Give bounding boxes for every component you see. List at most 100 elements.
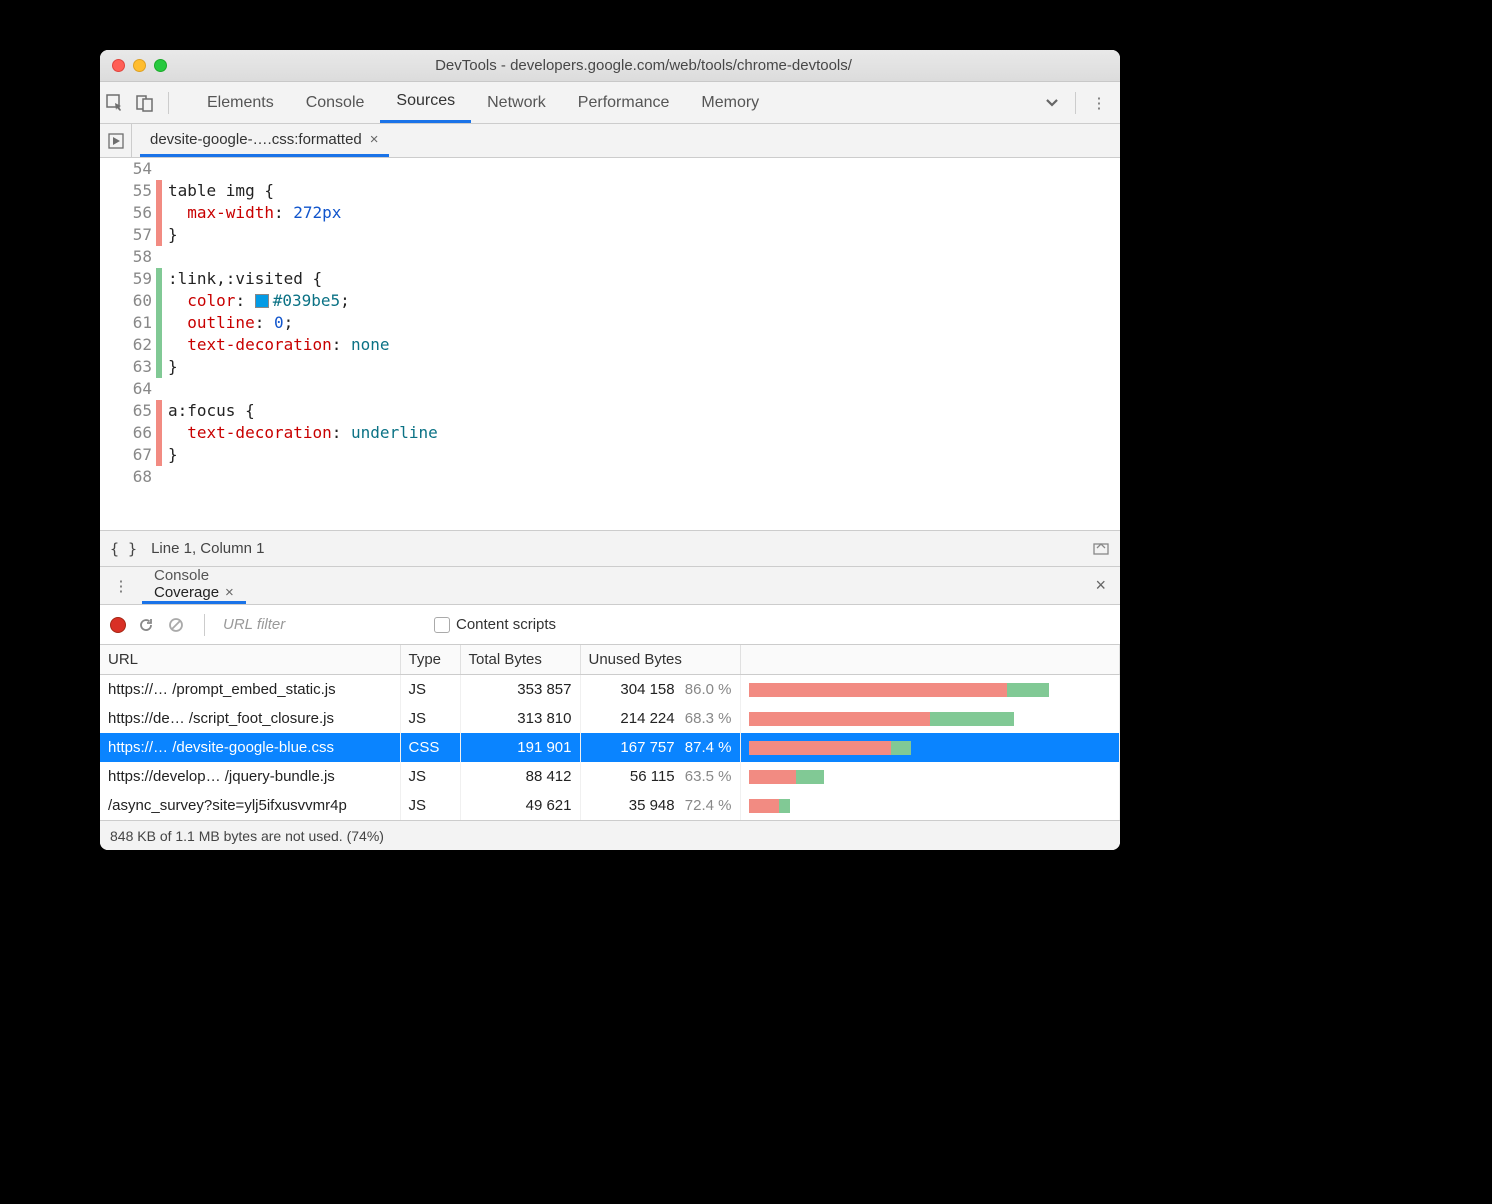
code-line[interactable]: table img { [168, 180, 1120, 202]
coverage-table: URLTypeTotal BytesUnused Bytes https://…… [100, 645, 1120, 820]
divider [1075, 92, 1076, 114]
line-number: 68 [100, 466, 152, 488]
line-gutter: 545556575859606162636465666768 [100, 158, 156, 530]
content-scripts-label: Content scripts [456, 616, 556, 633]
more-tabs-icon[interactable] [1037, 96, 1067, 110]
inspect-element-icon[interactable] [100, 82, 130, 124]
close-window-button[interactable] [112, 59, 125, 72]
coverage-summary: 848 KB of 1.1 MB bytes are not used. (74… [100, 820, 1120, 850]
drawer-kebab-icon[interactable]: ⋮ [106, 577, 136, 595]
code-line[interactable]: text-decoration: none [168, 334, 1120, 356]
drawer-tab-console[interactable]: Console [142, 567, 246, 584]
code-line[interactable]: outline: 0; [168, 312, 1120, 334]
content-scripts-checkbox[interactable]: Content scripts [434, 616, 556, 633]
table-row[interactable]: https://develop… /jquery-bundle.jsJS88 4… [100, 762, 1120, 791]
code-line[interactable] [168, 158, 1120, 180]
cell-unused: 167 757 87.4 % [580, 733, 740, 762]
main-toolbar: ElementsConsoleSourcesNetworkPerformance… [100, 82, 1120, 124]
cell-total: 313 810 [460, 704, 580, 733]
cell-unused: 304 158 86.0 % [580, 675, 740, 705]
table-row[interactable]: https://de… /script_foot_closure.jsJS313… [100, 704, 1120, 733]
divider [204, 614, 205, 636]
checkbox-icon[interactable] [434, 617, 450, 633]
code-line[interactable]: :link,:visited { [168, 268, 1120, 290]
file-tabs: devsite-google-….css:formatted × [100, 124, 1120, 158]
tab-console[interactable]: Console [290, 82, 381, 123]
reload-icon[interactable] [136, 615, 156, 635]
coverage-toolbar: Content scripts [100, 605, 1120, 645]
record-button[interactable] [110, 617, 126, 633]
maximize-window-button[interactable] [154, 59, 167, 72]
cell-type: JS [400, 704, 460, 733]
column-header[interactable]: Unused Bytes [580, 645, 740, 675]
tab-elements[interactable]: Elements [191, 82, 290, 123]
line-number: 57 [100, 224, 152, 246]
code-line[interactable] [168, 246, 1120, 268]
device-mode-icon[interactable] [130, 82, 160, 124]
tab-performance[interactable]: Performance [562, 82, 686, 123]
close-drawer-icon[interactable]: × [1087, 575, 1114, 596]
line-number: 67 [100, 444, 152, 466]
settings-kebab-icon[interactable]: ⋮ [1084, 94, 1114, 112]
code-line[interactable]: } [168, 356, 1120, 378]
titlebar: DevTools - developers.google.com/web/too… [100, 50, 1120, 82]
close-file-tab-icon[interactable]: × [370, 131, 379, 148]
code-line[interactable]: color: #039be5; [168, 290, 1120, 312]
main-tabs: ElementsConsoleSourcesNetworkPerformance… [191, 82, 1037, 123]
cell-total: 49 621 [460, 791, 580, 820]
cell-url: https://de… /script_foot_closure.js [100, 704, 400, 733]
line-number: 59 [100, 268, 152, 290]
table-row[interactable]: https://… /devsite-google-blue.cssCSS191… [100, 733, 1120, 762]
cell-type: JS [400, 791, 460, 820]
line-number: 54 [100, 158, 152, 180]
column-header[interactable]: Total Bytes [460, 645, 580, 675]
window-controls [112, 59, 167, 72]
cell-bar [740, 675, 1120, 705]
drawer-tab-coverage[interactable]: Coverage× [142, 584, 246, 604]
column-header[interactable] [740, 645, 1120, 675]
minimize-window-button[interactable] [133, 59, 146, 72]
tab-memory[interactable]: Memory [685, 82, 775, 123]
code-line[interactable]: text-decoration: underline [168, 422, 1120, 444]
code-line[interactable]: max-width: 272px [168, 202, 1120, 224]
line-number: 58 [100, 246, 152, 268]
cell-bar [740, 704, 1120, 733]
clear-icon[interactable] [166, 615, 186, 635]
cell-bar [740, 791, 1120, 820]
code-line[interactable]: } [168, 224, 1120, 246]
editor-status-bar: { } Line 1, Column 1 [100, 530, 1120, 566]
file-tab-label: devsite-google-….css:formatted [150, 131, 362, 148]
column-header[interactable]: Type [400, 645, 460, 675]
cell-bar [740, 733, 1120, 762]
code-line[interactable]: } [168, 444, 1120, 466]
line-number: 61 [100, 312, 152, 334]
window-title: DevTools - developers.google.com/web/too… [167, 50, 1120, 82]
cell-total: 88 412 [460, 762, 580, 791]
coverage-summary-text: 848 KB of 1.1 MB bytes are not used. (74… [110, 828, 384, 844]
cell-bar [740, 762, 1120, 791]
tab-sources[interactable]: Sources [380, 82, 471, 123]
pretty-print-icon[interactable]: { } [110, 540, 137, 558]
line-number: 60 [100, 290, 152, 312]
cell-total: 353 857 [460, 675, 580, 705]
table-row[interactable]: https://… /prompt_embed_static.jsJS353 8… [100, 675, 1120, 705]
column-header[interactable]: URL [100, 645, 400, 675]
line-number: 63 [100, 356, 152, 378]
code-line[interactable] [168, 466, 1120, 488]
tab-network[interactable]: Network [471, 82, 562, 123]
devtools-window: DevTools - developers.google.com/web/too… [100, 50, 1120, 850]
line-number: 62 [100, 334, 152, 356]
close-drawer-tab-icon[interactable]: × [225, 584, 234, 601]
cell-url: https://… /devsite-google-blue.css [100, 733, 400, 762]
toggle-sidebar-icon[interactable] [1092, 538, 1110, 560]
file-navigator-icon[interactable] [100, 124, 132, 157]
code-editor[interactable]: 545556575859606162636465666768 table img… [100, 158, 1120, 530]
code-line[interactable] [168, 378, 1120, 400]
code-area[interactable]: table img { max-width: 272px} :link,:visi… [162, 158, 1120, 530]
url-filter-input[interactable] [223, 616, 424, 633]
file-tab[interactable]: devsite-google-….css:formatted × [140, 124, 389, 157]
cell-type: JS [400, 675, 460, 705]
cell-unused: 56 115 63.5 % [580, 762, 740, 791]
code-line[interactable]: a:focus { [168, 400, 1120, 422]
table-row[interactable]: /async_survey?site=ylj5ifxusvvmr4pJS49 6… [100, 791, 1120, 820]
